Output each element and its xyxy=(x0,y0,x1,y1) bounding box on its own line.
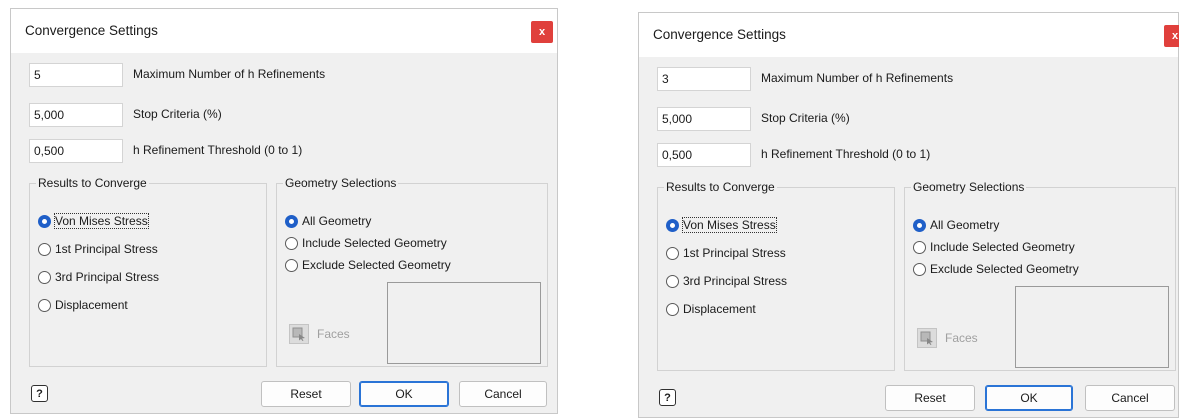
stop-criteria-input[interactable]: 5,000 xyxy=(657,107,751,131)
close-icon: x xyxy=(1171,30,1179,42)
faces-select-icon xyxy=(917,328,937,348)
faces-label: Faces xyxy=(945,331,978,345)
radio-selected-icon xyxy=(285,214,298,228)
radio-3rd-principal-stress[interactable]: 3rd Principal Stress xyxy=(38,270,159,284)
radio-icon xyxy=(913,262,926,276)
radio-label: Exclude Selected Geometry xyxy=(930,262,1079,276)
radio-icon xyxy=(913,240,926,254)
radio-icon xyxy=(666,274,679,288)
radio-label: Exclude Selected Geometry xyxy=(302,258,451,272)
refinement-threshold-input[interactable]: 0,500 xyxy=(657,143,751,167)
faces-select-icon xyxy=(289,324,309,344)
radio-displacement[interactable]: Displacement xyxy=(666,302,756,316)
radio-include-selected-geometry[interactable]: Include Selected Geometry xyxy=(913,240,1075,254)
max-refinements-label: Maximum Number of h Refinements xyxy=(761,71,954,85)
ok-button[interactable]: OK xyxy=(985,385,1073,411)
cancel-button[interactable]: Cancel xyxy=(1085,385,1175,411)
reset-button[interactable]: Reset xyxy=(261,381,351,407)
radio-selected-icon xyxy=(666,218,679,232)
radio-3rd-principal-stress[interactable]: 3rd Principal Stress xyxy=(666,274,787,288)
radio-icon xyxy=(666,246,679,260)
radio-label: 1st Principal Stress xyxy=(683,246,786,260)
geometry-selections-group: Geometry Selections All Geometry Include… xyxy=(276,176,548,367)
selection-list-box[interactable] xyxy=(1015,286,1169,368)
radio-label: All Geometry xyxy=(930,218,1000,232)
dialog-titlebar: Convergence Settings x xyxy=(11,9,557,53)
radio-icon xyxy=(285,236,298,250)
ok-button[interactable]: OK xyxy=(359,381,449,407)
faces-button[interactable]: Faces xyxy=(289,324,350,344)
results-group-title: Results to Converge xyxy=(36,176,149,190)
dialog-title: Convergence Settings xyxy=(25,23,158,38)
cancel-button[interactable]: Cancel xyxy=(459,381,547,407)
geometry-group-title: Geometry Selections xyxy=(911,180,1027,194)
radio-label: All Geometry xyxy=(302,214,372,228)
help-icon: ? xyxy=(664,391,671,404)
stop-criteria-label: Stop Criteria (%) xyxy=(761,111,850,125)
radio-icon xyxy=(38,298,51,312)
radio-selected-icon xyxy=(38,214,51,228)
radio-label: Von Mises Stress xyxy=(682,217,777,233)
radio-icon xyxy=(38,242,51,256)
dialog-title: Convergence Settings xyxy=(653,27,786,42)
radio-label: Include Selected Geometry xyxy=(930,240,1075,254)
convergence-settings-dialog-1: Convergence Settings x 5 Maximum Number … xyxy=(10,8,558,414)
radio-label: Von Mises Stress xyxy=(54,213,149,229)
faces-button[interactable]: Faces xyxy=(917,328,978,348)
radio-label: Include Selected Geometry xyxy=(302,236,447,250)
dialog-titlebar: Convergence Settings x xyxy=(639,13,1179,57)
selection-list-box[interactable] xyxy=(387,282,541,364)
close-button[interactable]: x xyxy=(1164,25,1179,47)
max-refinements-label: Maximum Number of h Refinements xyxy=(133,67,326,81)
radio-icon xyxy=(666,302,679,316)
radio-exclude-selected-geometry[interactable]: Exclude Selected Geometry xyxy=(913,262,1079,276)
geometry-group-title: Geometry Selections xyxy=(283,176,399,190)
radio-label: 1st Principal Stress xyxy=(55,242,158,256)
radio-label: 3rd Principal Stress xyxy=(55,270,160,284)
radio-icon xyxy=(38,270,51,284)
refinement-threshold-label: h Refinement Threshold (0 to 1) xyxy=(761,147,931,161)
radio-exclude-selected-geometry[interactable]: Exclude Selected Geometry xyxy=(285,258,451,272)
faces-label: Faces xyxy=(317,327,350,341)
help-icon: ? xyxy=(36,387,43,400)
geometry-selections-group: Geometry Selections All Geometry Include… xyxy=(904,180,1176,371)
results-to-converge-group: Results to Converge Von Mises Stress 1st… xyxy=(29,176,267,367)
radio-label: 3rd Principal Stress xyxy=(683,274,788,288)
refinement-threshold-label: h Refinement Threshold (0 to 1) xyxy=(133,143,303,157)
close-button[interactable]: x xyxy=(531,21,553,43)
radio-label: Displacement xyxy=(683,302,756,316)
results-to-converge-group: Results to Converge Von Mises Stress 1st… xyxy=(657,180,895,371)
convergence-settings-dialog-2: Convergence Settings x 3 Maximum Number … xyxy=(638,12,1179,418)
close-icon: x xyxy=(538,26,546,38)
results-group-title: Results to Converge xyxy=(664,180,777,194)
stop-criteria-label: Stop Criteria (%) xyxy=(133,107,222,121)
radio-1st-principal-stress[interactable]: 1st Principal Stress xyxy=(666,246,786,260)
radio-all-geometry[interactable]: All Geometry xyxy=(285,214,371,228)
help-button[interactable]: ? xyxy=(659,389,676,406)
reset-button[interactable]: Reset xyxy=(885,385,975,411)
radio-label: Displacement xyxy=(55,298,128,312)
radio-selected-icon xyxy=(913,218,926,232)
radio-icon xyxy=(285,258,298,272)
radio-von-mises-stress[interactable]: Von Mises Stress xyxy=(38,213,149,229)
radio-von-mises-stress[interactable]: Von Mises Stress xyxy=(666,217,777,233)
max-refinements-input[interactable]: 3 xyxy=(657,67,751,91)
radio-displacement[interactable]: Displacement xyxy=(38,298,128,312)
refinement-threshold-input[interactable]: 0,500 xyxy=(29,139,123,163)
max-refinements-input[interactable]: 5 xyxy=(29,63,123,87)
radio-1st-principal-stress[interactable]: 1st Principal Stress xyxy=(38,242,158,256)
radio-include-selected-geometry[interactable]: Include Selected Geometry xyxy=(285,236,447,250)
help-button[interactable]: ? xyxy=(31,385,48,402)
stop-criteria-input[interactable]: 5,000 xyxy=(29,103,123,127)
radio-all-geometry[interactable]: All Geometry xyxy=(913,218,999,232)
